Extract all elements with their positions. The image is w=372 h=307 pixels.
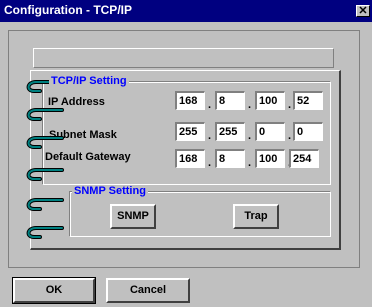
binder-ring-icon [22,196,66,212]
binder-ring-icon [22,166,66,182]
default-gateway-dot-1: . [208,157,212,169]
subnet-mask-octet-3[interactable]: 0 [255,122,285,141]
binder-ring-icon [22,224,66,240]
title-bar[interactable]: Configuration - TCP/IP ✕ [0,0,372,22]
notebook-header [33,48,334,68]
cancel-button[interactable]: Cancel [106,278,190,303]
default-gateway-label: Default Gateway [45,151,131,163]
close-button[interactable]: ✕ [356,5,370,17]
default-gateway-octet-2[interactable]: 8 [215,149,245,168]
subnet-mask-octet-1[interactable]: 255 [175,122,205,141]
binder-ring-icon [22,106,66,122]
subnet-mask-dot-1: . [208,130,212,142]
snmp-group-title: SNMP Setting [72,185,148,197]
binder-ring-icon [22,134,66,150]
ip-address-octet-1[interactable]: 168 [175,91,205,110]
default-gateway-octet-4[interactable]: 254 [289,149,319,168]
subnet-mask-octet-4[interactable]: 0 [293,122,323,141]
ok-button[interactable]: OK [12,277,96,304]
snmp-group: SNMP Setting [69,185,331,237]
configuration-window: Configuration - TCP/IP ✕ TCP/IP Setting … [0,0,372,307]
ip-address-dot-1: . [208,99,212,111]
tcpip-group-title: TCP/IP Setting [49,75,129,87]
ip-address-octet-4[interactable]: 52 [293,91,323,110]
default-gateway-dot-2: . [248,157,252,169]
ip-address-dot-3: . [288,99,292,111]
ip-address-octet-3[interactable]: 100 [255,91,285,110]
snmp-button[interactable]: SNMP [110,204,156,229]
subnet-mask-dot-2: . [248,130,252,142]
ip-address-octet-2[interactable]: 8 [215,91,245,110]
ip-address-dot-2: . [248,99,252,111]
subnet-mask-octet-2[interactable]: 255 [215,122,245,141]
subnet-mask-dot-3: . [288,130,292,142]
notebook-page: TCP/IP Setting IP Address Subnet Mask De… [30,70,341,250]
window-title: Configuration - TCP/IP [4,3,132,17]
trap-button[interactable]: Trap [233,204,279,229]
default-gateway-octet-3[interactable]: 100 [255,149,285,168]
default-gateway-octet-1[interactable]: 168 [175,149,205,168]
